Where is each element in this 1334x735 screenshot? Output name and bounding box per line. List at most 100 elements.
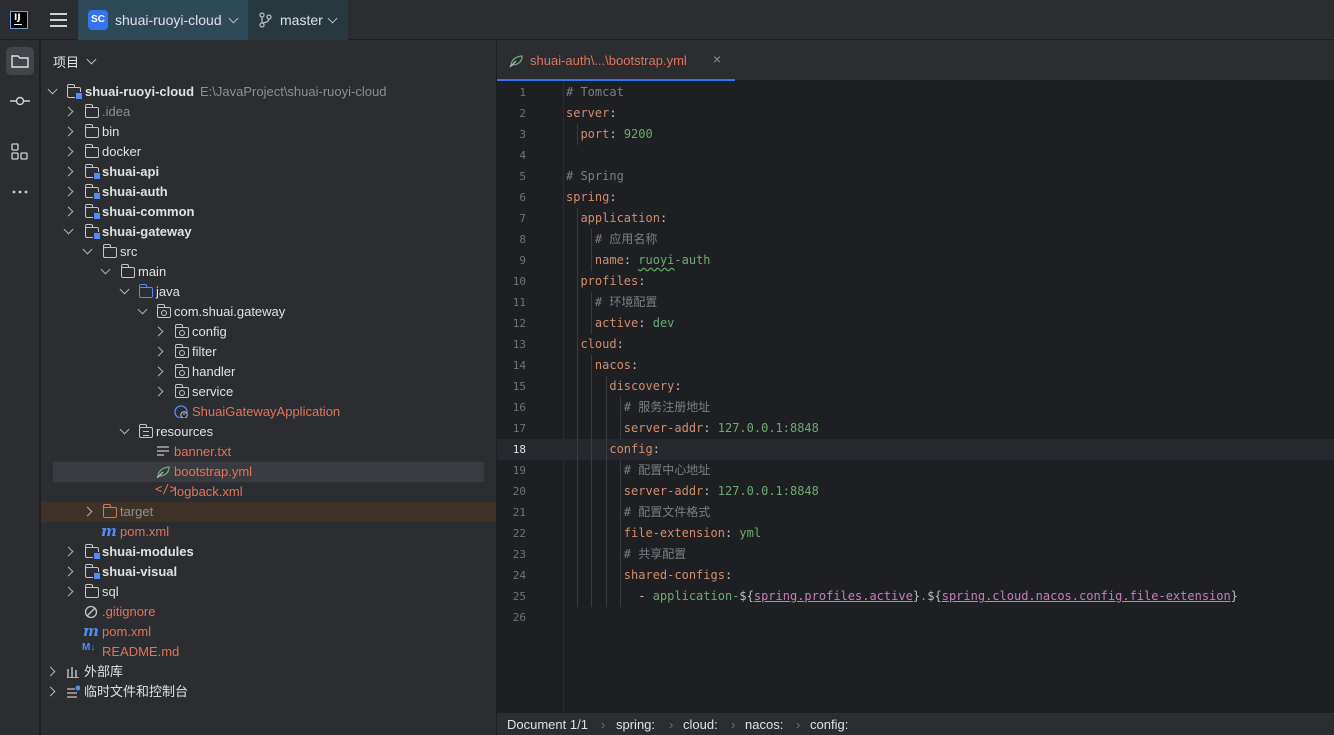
expand-arrow-icon[interactable] bbox=[63, 206, 74, 217]
tree-item-bootstrap-yml[interactable]: bootstrap.yml bbox=[53, 462, 484, 482]
tree-item-banner-txt[interactable]: banner.txt bbox=[41, 442, 496, 462]
code-line[interactable]: 25 - application-${spring.profiles.activ… bbox=[497, 586, 1334, 607]
tree-item-shuai-modules[interactable]: shuai-modules bbox=[41, 542, 496, 562]
code-line[interactable]: 20 server-addr: 127.0.0.1:8848 bbox=[497, 481, 1334, 502]
tab-bootstrap-yml[interactable]: shuai-auth\...\bootstrap.yml × bbox=[497, 40, 735, 81]
breadcrumb-cloud[interactable]: cloud: bbox=[683, 717, 718, 732]
code-line[interactable]: 23 # 共享配置 bbox=[497, 544, 1334, 565]
code-editor[interactable]: 1 # Tomcat 2 server: 3 port: 9200 4 5 # Spring 6… bbox=[497, 81, 1334, 712]
tree-item-scratches[interactable]: 临时文件和控制台 bbox=[41, 682, 496, 702]
expand-arrow-icon[interactable] bbox=[63, 106, 74, 117]
tree-item-filter[interactable]: filter bbox=[41, 342, 496, 362]
tree-item-gateway-pom[interactable]: m pom.xml bbox=[41, 522, 496, 542]
tree-item-logback-xml[interactable]: </> logback.xml bbox=[41, 482, 496, 502]
expand-arrow-icon[interactable] bbox=[63, 546, 74, 557]
expand-arrow-icon[interactable] bbox=[63, 146, 74, 157]
code-line[interactable]: 22 file-extension: yml bbox=[497, 523, 1334, 544]
main-menu-icon[interactable] bbox=[50, 13, 67, 27]
more-icon[interactable] bbox=[6, 178, 34, 206]
code-line[interactable]: 8 # 应用名称 bbox=[497, 229, 1334, 250]
commit-icon[interactable] bbox=[6, 87, 34, 115]
code-line[interactable]: 7 application: bbox=[497, 208, 1334, 229]
expand-arrow-icon[interactable] bbox=[153, 326, 164, 337]
tree-item-shuai-auth[interactable]: shuai-auth bbox=[41, 182, 496, 202]
tree-item-shuai-api[interactable]: shuai-api bbox=[41, 162, 496, 182]
code-line[interactable]: 1 # Tomcat bbox=[497, 82, 1334, 103]
tree-item-config[interactable]: config bbox=[41, 322, 496, 342]
tree-item-service[interactable]: service bbox=[41, 382, 496, 402]
expand-arrow-icon[interactable] bbox=[119, 424, 130, 435]
tree-item-label: com.shuai.gateway bbox=[174, 304, 286, 319]
expand-arrow-icon[interactable] bbox=[63, 566, 74, 577]
code-line[interactable]: 6 spring: bbox=[497, 187, 1334, 208]
tree-item-bin[interactable]: bin bbox=[41, 122, 496, 142]
breadcrumb-spring[interactable]: spring: bbox=[616, 717, 655, 732]
tree-item-readme[interactable]: M↓ README.md bbox=[41, 642, 496, 662]
code-line[interactable]: 14 nacos: bbox=[497, 355, 1334, 376]
expand-arrow-icon[interactable] bbox=[153, 366, 164, 377]
code-line[interactable]: 13 cloud: bbox=[497, 334, 1334, 355]
expand-arrow-icon[interactable] bbox=[63, 586, 74, 597]
tree-item-root[interactable]: shuai-ruoyi-cloud E:\JavaProject\shuai-r… bbox=[41, 82, 496, 102]
tree-item-gitignore[interactable]: .gitignore bbox=[41, 602, 496, 622]
expand-arrow-icon[interactable] bbox=[100, 264, 111, 275]
code-line[interactable]: 16 # 服务注册地址 bbox=[497, 397, 1334, 418]
close-tab-icon[interactable]: × bbox=[713, 51, 721, 67]
code-line[interactable]: 2 server: bbox=[497, 103, 1334, 124]
tree-item-main[interactable]: main bbox=[41, 262, 496, 282]
project-name[interactable]: shuai-ruoyi-cloud bbox=[115, 12, 222, 28]
expand-arrow-icon[interactable] bbox=[47, 84, 58, 95]
tree-item-shuai-visual[interactable]: shuai-visual bbox=[41, 562, 496, 582]
expand-arrow-icon[interactable] bbox=[82, 506, 93, 517]
project-folder-icon[interactable] bbox=[6, 47, 34, 75]
tree-item-target[interactable]: target bbox=[41, 502, 496, 522]
tree-item-application-class[interactable]: ShuaiGatewayApplication bbox=[41, 402, 496, 422]
expand-arrow-icon[interactable] bbox=[63, 186, 74, 197]
expand-arrow-icon[interactable] bbox=[45, 666, 56, 677]
expand-arrow-icon[interactable] bbox=[82, 244, 93, 255]
tree-item-resources[interactable]: resources bbox=[41, 422, 496, 442]
code-line[interactable]: 9 name: ruoyi-auth bbox=[497, 250, 1334, 271]
tree-item-sql[interactable]: sql bbox=[41, 582, 496, 602]
editor-scrollbar[interactable] bbox=[1330, 81, 1334, 712]
code-line[interactable]: 11 # 环境配置 bbox=[497, 292, 1334, 313]
tree-item-handler[interactable]: handler bbox=[41, 362, 496, 382]
project-badge[interactable]: SC bbox=[88, 10, 108, 30]
branch-name[interactable]: master bbox=[280, 12, 323, 28]
tree-item-docker[interactable]: docker bbox=[41, 142, 496, 162]
expand-arrow-icon[interactable] bbox=[63, 166, 74, 177]
project-panel-title[interactable]: 项目 bbox=[53, 52, 79, 71]
code-line[interactable]: 19 # 配置中心地址 bbox=[497, 460, 1334, 481]
chevron-down-icon[interactable] bbox=[86, 54, 97, 65]
code-line[interactable]: 15 discovery: bbox=[497, 376, 1334, 397]
code-line[interactable]: 21 # 配置文件格式 bbox=[497, 502, 1334, 523]
tree-item-java[interactable]: java bbox=[41, 282, 496, 302]
tree-item-package[interactable]: com.shuai.gateway bbox=[41, 302, 496, 322]
expand-arrow-icon[interactable] bbox=[153, 346, 164, 357]
tree-item-shuai-gateway[interactable]: shuai-gateway bbox=[41, 222, 496, 242]
expand-arrow-icon[interactable] bbox=[63, 224, 74, 235]
breadcrumb-nacos[interactable]: nacos: bbox=[745, 717, 783, 732]
tree-item-src[interactable]: src bbox=[41, 242, 496, 262]
expand-arrow-icon[interactable] bbox=[63, 126, 74, 137]
code-line[interactable]: 3 port: 9200 bbox=[497, 124, 1334, 145]
tree-item-root-pom[interactable]: m pom.xml bbox=[41, 622, 496, 642]
document-indicator[interactable]: Document 1/1 bbox=[507, 717, 588, 732]
code-line[interactable]: 4 bbox=[497, 145, 1334, 166]
structure-icon[interactable] bbox=[6, 137, 34, 165]
expand-arrow-icon[interactable] bbox=[45, 686, 56, 697]
code-line[interactable]: 18 config: bbox=[497, 439, 1334, 460]
tree-item-external-libraries[interactable]: 外部库 bbox=[41, 662, 496, 682]
expand-arrow-icon[interactable] bbox=[153, 386, 164, 397]
code-line[interactable]: 10 profiles: bbox=[497, 271, 1334, 292]
expand-arrow-icon[interactable] bbox=[137, 304, 148, 315]
code-line[interactable]: 26 bbox=[497, 607, 1334, 628]
tree-item-idea[interactable]: .idea bbox=[41, 102, 496, 122]
code-line[interactable]: 17 server-addr: 127.0.0.1:8848 bbox=[497, 418, 1334, 439]
tree-item-shuai-common[interactable]: shuai-common bbox=[41, 202, 496, 222]
code-line[interactable]: 24 shared-configs: bbox=[497, 565, 1334, 586]
expand-arrow-icon[interactable] bbox=[119, 284, 130, 295]
code-line[interactable]: 12 active: dev bbox=[497, 313, 1334, 334]
code-line[interactable]: 5 # Spring bbox=[497, 166, 1334, 187]
breadcrumb-config[interactable]: config: bbox=[810, 717, 848, 732]
